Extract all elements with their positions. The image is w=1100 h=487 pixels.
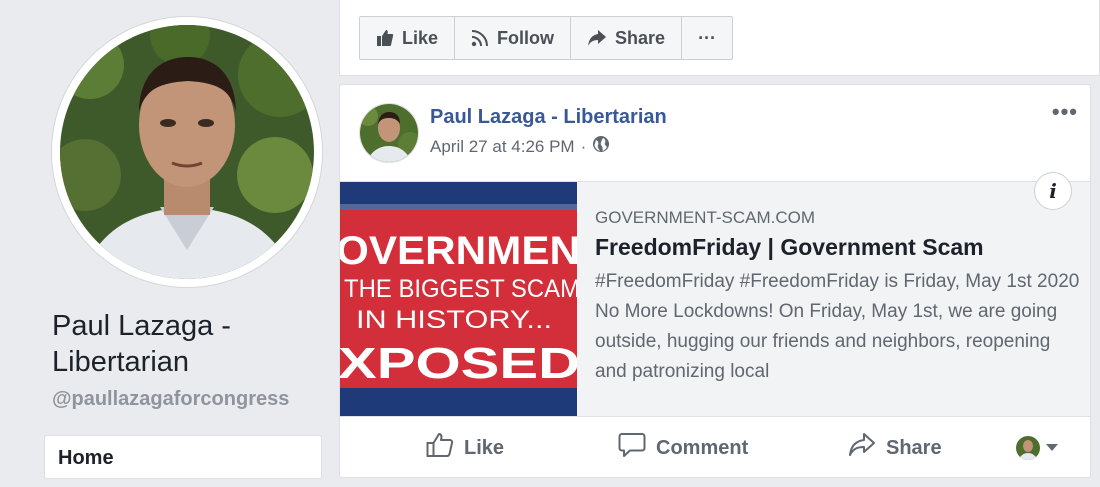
- post-options-button[interactable]: •••: [1052, 99, 1078, 125]
- link-title[interactable]: FreedomFriday | Government Scam: [595, 234, 984, 261]
- thumbnail-text-line-1: OVERNMEN: [340, 229, 577, 273]
- page-like-button[interactable]: Like: [360, 17, 456, 59]
- share-arrow-outline-icon: [848, 432, 876, 464]
- page-like-label: Like: [402, 27, 439, 48]
- page-share-button[interactable]: Share: [571, 17, 683, 59]
- rss-icon: [471, 29, 489, 47]
- thumbs-up-outline-icon: [426, 432, 454, 464]
- globe-icon[interactable]: [592, 135, 610, 158]
- link-thumbnail[interactable]: OVERNMEN THE BIGGEST SCAM IN HISTORY... …: [340, 182, 577, 416]
- share-arrow-icon: [587, 29, 607, 47]
- link-preview[interactable]: OVERNMEN THE BIGGEST SCAM IN HISTORY... …: [340, 172, 1090, 417]
- post-share-button[interactable]: Share: [848, 419, 942, 477]
- profile-picture[interactable]: [52, 17, 322, 287]
- post-comment-label: Comment: [656, 436, 749, 459]
- page-more-button[interactable]: ···: [682, 17, 732, 59]
- post-as-selector[interactable]: [1016, 436, 1058, 460]
- page-username[interactable]: @paullazagaforcongress: [52, 388, 289, 411]
- page-share-label: Share: [615, 27, 666, 48]
- selected-identity-avatar: [1016, 436, 1040, 460]
- link-description: #FreedomFriday #FreedomFriday is Friday,…: [595, 271, 1080, 382]
- post-author-avatar[interactable]: [359, 103, 419, 163]
- post-actions: Like Comment Share: [340, 419, 1090, 477]
- thumbnail-text-line-2: THE BIGGEST SCAM: [344, 275, 577, 303]
- thumbnail-text-line-4: XPOSED: [340, 339, 577, 388]
- post-comment-button[interactable]: Comment: [618, 419, 748, 477]
- nav-item-home[interactable]: Home: [44, 435, 322, 479]
- profile-photo: [60, 25, 314, 279]
- post-author-name[interactable]: Paul Lazaga - Libertarian: [430, 106, 667, 129]
- page-actions-bar: Like Follow Share ···: [359, 16, 734, 60]
- info-icon[interactable]: i: [1034, 172, 1072, 210]
- post-meta: April 27 at 4:26 PM ·: [430, 135, 610, 158]
- post-share-label: Share: [886, 436, 942, 459]
- post-like-label: Like: [464, 436, 505, 459]
- comment-bubble-icon: [618, 432, 646, 464]
- chevron-down-icon: [1046, 439, 1058, 457]
- more-dots-icon: ···: [698, 27, 717, 48]
- post-like-button[interactable]: Like: [426, 419, 504, 477]
- thumbnail-text-line-3: IN HISTORY...: [356, 306, 552, 334]
- meta-separator: ·: [580, 136, 587, 156]
- link-domain: GOVERNMENT-SCAM.COM: [595, 208, 816, 227]
- page-actions-card: Like Follow Share ···: [339, 0, 1100, 76]
- post-timestamp[interactable]: April 27 at 4:26 PM: [430, 137, 575, 157]
- post-card: Paul Lazaga - Libertarian April 27 at 4:…: [339, 84, 1091, 478]
- page-title: Paul Lazaga - Libertarian: [52, 310, 231, 378]
- page-follow-label: Follow: [497, 27, 555, 48]
- page-follow-button[interactable]: Follow: [455, 17, 572, 59]
- thumbs-up-icon: [376, 29, 394, 47]
